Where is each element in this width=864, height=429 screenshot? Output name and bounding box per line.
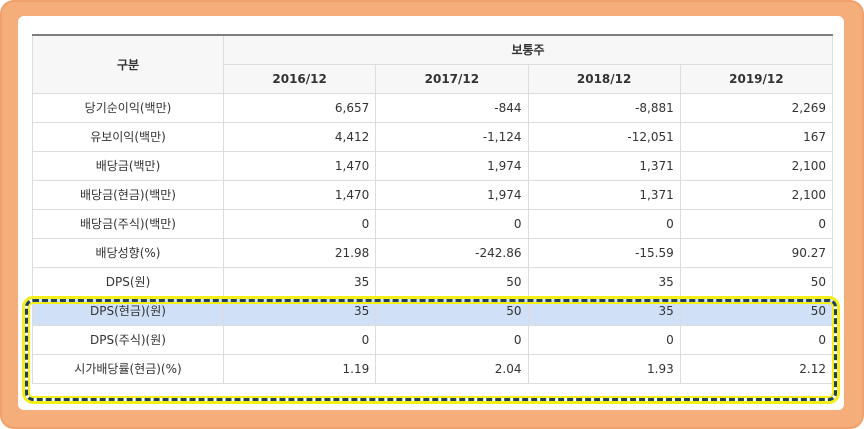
cell-value: -844 [375, 92, 529, 123]
cell-value: 1.93 [527, 353, 681, 384]
row-label: 시가배당률(현금)(%) [32, 353, 224, 384]
cell-value: 50 [375, 295, 529, 326]
cell-value: 0 [679, 324, 834, 355]
cell-value: 0 [222, 324, 377, 355]
cell-value: -242.86 [375, 237, 529, 268]
share-type-header: 보통주 [223, 34, 833, 65]
cell-value: 4,412 [222, 121, 377, 152]
row-label: 당기순이익(백만) [32, 92, 224, 123]
row-label: DPS(현금)(원) [32, 295, 224, 326]
cell-value: 21.98 [222, 237, 377, 268]
table-row: 배당금(백만) 1,470 1,974 1,371 2,100 [32, 150, 834, 181]
row-label: 배당성향(%) [32, 237, 224, 268]
cell-value: -12,051 [527, 121, 681, 152]
table-row: DPS(주식)(원) 0 0 0 0 [32, 324, 834, 355]
table-row: DPS(원) 35 50 35 50 [32, 266, 834, 297]
cell-value: 35 [527, 295, 681, 326]
cell-value: -15.59 [527, 237, 681, 268]
cell-value: 2,100 [679, 179, 834, 210]
cell-value: 1.19 [222, 353, 377, 384]
cell-value: 0 [527, 208, 681, 239]
cell-value: 35 [222, 266, 377, 297]
year-header: 2017/12 [375, 63, 529, 94]
cell-value: 0 [375, 324, 529, 355]
year-header: 2018/12 [527, 63, 681, 94]
cell-value: 0 [527, 324, 681, 355]
cell-value: 2,269 [679, 92, 834, 123]
dividend-table: 구분 보통주 2016/12 2017/12 2018/12 2019/12 당… [32, 34, 834, 384]
cell-value: 50 [375, 266, 529, 297]
category-header: 구분 [32, 34, 224, 94]
table-row: 배당성향(%) 21.98 -242.86 -15.59 90.27 [32, 237, 834, 268]
cell-value: -1,124 [375, 121, 529, 152]
cell-value: 35 [527, 266, 681, 297]
cell-value: 1,470 [222, 179, 377, 210]
table-row-highlighted: DPS(현금)(원) 35 50 35 50 [32, 295, 834, 326]
row-label: DPS(원) [32, 266, 224, 297]
table-row: 배당금(현금)(백만) 1,470 1,974 1,371 2,100 [32, 179, 834, 210]
cell-value: 0 [222, 208, 377, 239]
cell-value: 50 [679, 266, 834, 297]
row-label: 배당금(현금)(백만) [32, 179, 224, 210]
cell-value: 1,974 [375, 150, 529, 181]
row-label: DPS(주식)(원) [32, 324, 224, 355]
year-header: 2016/12 [222, 63, 377, 94]
cell-value: 1,371 [527, 150, 681, 181]
cell-value: 50 [679, 295, 834, 326]
row-label: 배당금(주식)(백만) [32, 208, 224, 239]
header-row-group: 구분 보통주 [32, 34, 833, 94]
cell-value: 2.12 [679, 353, 834, 384]
cell-value: 6,657 [222, 92, 377, 123]
cell-value: 0 [679, 208, 834, 239]
cell-value: 1,974 [375, 179, 529, 210]
cell-value: 167 [679, 121, 834, 152]
row-label: 배당금(백만) [32, 150, 224, 181]
table-row: 시가배당률(현금)(%) 1.19 2.04 1.93 2.12 [32, 353, 834, 384]
cell-value: 1,470 [222, 150, 377, 181]
cell-value: 2.04 [375, 353, 529, 384]
cell-value: 90.27 [679, 237, 834, 268]
cell-value: 0 [375, 208, 529, 239]
year-header: 2019/12 [679, 63, 834, 94]
table-row: 배당금(주식)(백만) 0 0 0 0 [32, 208, 834, 239]
cell-value: -8,881 [527, 92, 681, 123]
cell-value: 2,100 [679, 150, 834, 181]
table-row: 유보이익(백만) 4,412 -1,124 -12,051 167 [32, 121, 834, 152]
cell-value: 35 [222, 295, 377, 326]
cell-value: 1,371 [527, 179, 681, 210]
row-label: 유보이익(백만) [32, 121, 224, 152]
table-row: 당기순이익(백만) 6,657 -844 -8,881 2,269 [32, 92, 834, 123]
